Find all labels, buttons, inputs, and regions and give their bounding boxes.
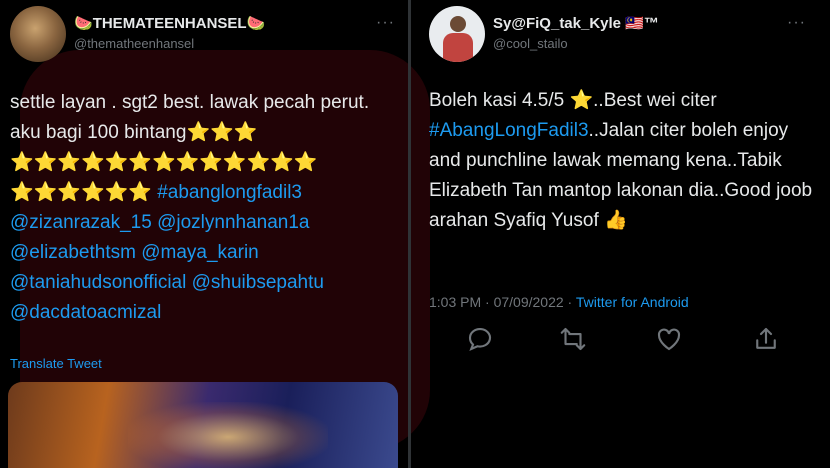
tweet-text: settle layan . sgt2 best. lawak pecah pe… — [10, 92, 370, 323]
mention-link[interactable]: @maya_karin — [141, 242, 259, 263]
reply-icon[interactable] — [465, 324, 495, 354]
watermelon-emoji: 🍉 — [74, 15, 93, 32]
left-tweet: 🍉THEMATEENHANSEL🍉 @thematheenhansel ··· … — [0, 0, 408, 468]
mention-link[interactable]: @jozlynnhanan1a — [157, 212, 309, 233]
hashtag-link[interactable]: #abanglongfadil3 — [157, 182, 302, 203]
mention-link[interactable]: @taniahudsonofficial — [10, 272, 186, 293]
avatar[interactable] — [10, 6, 66, 62]
tweet-media-image[interactable] — [8, 382, 398, 468]
right-tweet: Sy@FiQ_tak_Kyle 🇲🇾™ @cool_stailo ··· Bol… — [411, 0, 830, 468]
display-name[interactable]: Sy@FiQ_tak_Kyle 🇲🇾™ — [493, 14, 659, 32]
avatar[interactable] — [429, 6, 485, 62]
column-divider — [408, 0, 411, 468]
more-options-icon[interactable]: ··· — [787, 14, 806, 32]
tweet-text: Boleh kasi 4.5/5 ⭐..Best wei citer #Aban… — [429, 90, 813, 231]
more-options-icon[interactable]: ··· — [376, 14, 395, 32]
tweet-meta: 1:03 PM · 07/09/2022 · Twitter for Andro… — [429, 294, 689, 310]
user-handle[interactable]: @thematheenhansel — [74, 36, 194, 51]
user-handle[interactable]: @cool_stailo — [493, 36, 568, 51]
tweet-date[interactable]: 07/09/2022 — [494, 294, 564, 310]
client-link[interactable]: Twitter for Android — [576, 294, 689, 310]
mention-link[interactable]: @dacdatoacmizal — [10, 302, 161, 323]
translate-tweet-link[interactable]: Translate Tweet — [10, 356, 102, 371]
tweet-actions — [429, 324, 809, 364]
share-icon[interactable] — [751, 324, 781, 354]
stage-light — [128, 402, 328, 468]
hashtag-link[interactable]: #AbangLongFadil3 — [429, 120, 589, 141]
retweet-icon[interactable] — [558, 324, 588, 354]
tweet-time[interactable]: 1:03 PM — [429, 294, 481, 310]
mention-link[interactable]: @zizanrazak_15 — [10, 212, 152, 233]
mention-link[interactable]: @shuibsepahtu — [192, 272, 324, 293]
mention-link[interactable]: @elizabethtsm — [10, 242, 136, 263]
display-name[interactable]: 🍉THEMATEENHANSEL🍉 — [74, 14, 265, 32]
like-icon[interactable] — [654, 324, 684, 354]
flag-icon: 🇲🇾™ — [625, 15, 659, 32]
